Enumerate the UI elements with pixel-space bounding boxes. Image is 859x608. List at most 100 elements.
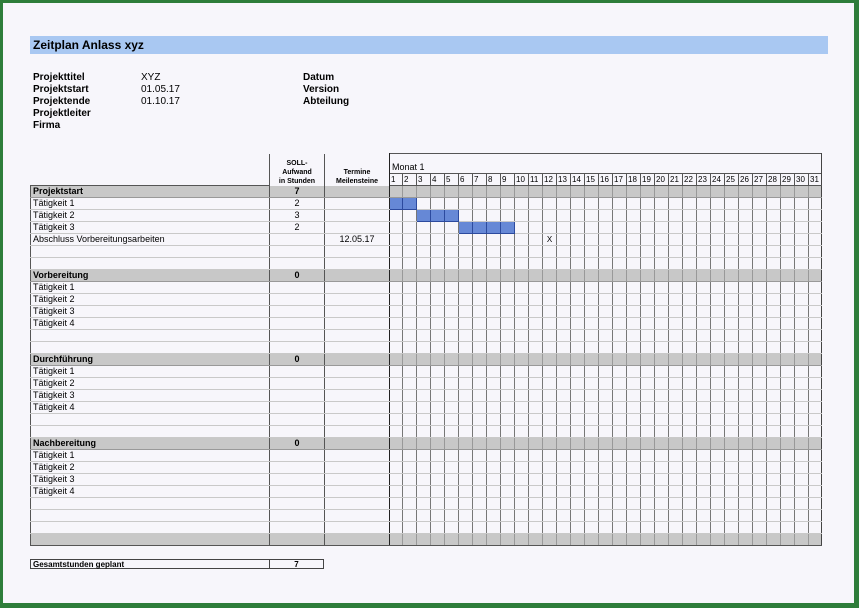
day-cell[interactable] <box>808 425 822 438</box>
day-cell[interactable] <box>640 305 655 318</box>
day-cell[interactable] <box>668 209 683 222</box>
day-cell[interactable] <box>528 401 543 414</box>
day-cell[interactable] <box>402 521 417 534</box>
day-cell[interactable] <box>780 353 795 366</box>
day-cell[interactable] <box>542 365 557 378</box>
day-cell[interactable] <box>584 485 599 498</box>
day-cell[interactable] <box>640 233 655 246</box>
day-cell[interactable] <box>752 485 767 498</box>
day-cell[interactable] <box>389 257 403 270</box>
day-cell[interactable] <box>738 377 753 390</box>
day-cell[interactable] <box>528 221 543 234</box>
day-cell[interactable] <box>682 473 697 486</box>
day-cell[interactable] <box>794 341 809 354</box>
day-cell[interactable] <box>444 341 459 354</box>
milestone-date-cell[interactable] <box>324 533 390 546</box>
day-cell[interactable] <box>724 353 739 366</box>
day-cell[interactable] <box>430 389 445 402</box>
day-cell[interactable] <box>640 461 655 474</box>
day-cell[interactable] <box>654 305 669 318</box>
milestone-date-cell[interactable] <box>324 437 390 450</box>
day-cell[interactable] <box>612 185 627 198</box>
day-cell[interactable] <box>668 317 683 330</box>
milestone-date-cell[interactable] <box>324 317 390 330</box>
day-cell[interactable] <box>612 437 627 450</box>
hours-cell[interactable]: 0 <box>269 353 325 366</box>
day-cell[interactable] <box>710 281 725 294</box>
day-cell[interactable] <box>612 209 627 222</box>
day-cell[interactable] <box>584 413 599 426</box>
day-cell[interactable] <box>710 245 725 258</box>
day-cell[interactable] <box>696 221 711 234</box>
day-cell[interactable] <box>626 485 641 498</box>
day-cell[interactable] <box>752 209 767 222</box>
day-cell[interactable] <box>738 233 753 246</box>
day-cell[interactable] <box>430 305 445 318</box>
day-cell[interactable] <box>612 305 627 318</box>
day-cell[interactable] <box>626 449 641 462</box>
day-cell[interactable] <box>514 341 529 354</box>
day-cell[interactable] <box>528 317 543 330</box>
day-cell[interactable] <box>472 257 487 270</box>
day-cell[interactable] <box>808 233 822 246</box>
day-number[interactable]: 11 <box>528 173 543 186</box>
day-cell[interactable] <box>556 389 571 402</box>
task-cell[interactable]: Tätigkeit 1 <box>30 365 270 378</box>
day-cell[interactable] <box>486 425 501 438</box>
day-cell[interactable] <box>389 209 403 222</box>
day-cell[interactable] <box>710 329 725 342</box>
day-cell[interactable] <box>808 329 822 342</box>
day-cell[interactable] <box>458 425 473 438</box>
day-cell[interactable] <box>724 449 739 462</box>
day-cell[interactable] <box>486 521 501 534</box>
task-cell[interactable] <box>30 329 270 342</box>
hours-cell[interactable] <box>269 413 325 426</box>
day-cell[interactable] <box>668 533 683 546</box>
day-cell[interactable] <box>710 413 725 426</box>
day-cell[interactable] <box>766 233 781 246</box>
day-cell[interactable] <box>738 329 753 342</box>
day-cell[interactable] <box>500 185 515 198</box>
day-cell[interactable] <box>598 389 613 402</box>
day-cell[interactable] <box>696 245 711 258</box>
day-cell[interactable] <box>752 185 767 198</box>
day-cell[interactable] <box>738 245 753 258</box>
day-number[interactable]: 2 <box>402 173 417 186</box>
day-cell[interactable] <box>402 329 417 342</box>
day-cell[interactable] <box>654 257 669 270</box>
day-cell[interactable] <box>752 389 767 402</box>
day-cell[interactable] <box>416 413 431 426</box>
day-number[interactable]: 20 <box>654 173 669 186</box>
day-cell[interactable] <box>500 401 515 414</box>
day-cell[interactable] <box>696 281 711 294</box>
day-cell[interactable] <box>780 497 795 510</box>
day-cell[interactable] <box>458 209 473 222</box>
milestone-date-cell[interactable] <box>324 377 390 390</box>
day-cell[interactable] <box>528 521 543 534</box>
total-hours-value[interactable]: 7 <box>270 559 324 569</box>
day-cell[interactable] <box>542 389 557 402</box>
day-cell[interactable] <box>389 305 403 318</box>
day-cell[interactable] <box>654 497 669 510</box>
day-cell[interactable] <box>486 401 501 414</box>
day-cell[interactable] <box>570 233 585 246</box>
day-cell[interactable] <box>486 233 501 246</box>
day-cell[interactable] <box>738 305 753 318</box>
day-cell[interactable] <box>738 449 753 462</box>
day-cell[interactable] <box>584 221 599 234</box>
day-cell[interactable] <box>570 329 585 342</box>
day-cell[interactable] <box>780 257 795 270</box>
day-cell[interactable] <box>389 533 403 546</box>
hours-cell[interactable] <box>269 365 325 378</box>
day-cell[interactable] <box>654 185 669 198</box>
day-cell[interactable] <box>584 509 599 522</box>
day-cell[interactable] <box>416 461 431 474</box>
day-number[interactable]: 28 <box>766 173 781 186</box>
day-cell[interactable] <box>612 365 627 378</box>
day-cell[interactable] <box>640 269 655 282</box>
day-cell[interactable] <box>668 197 683 210</box>
day-cell[interactable] <box>766 245 781 258</box>
day-cell[interactable] <box>500 341 515 354</box>
day-cell[interactable] <box>500 293 515 306</box>
day-cell[interactable] <box>570 413 585 426</box>
